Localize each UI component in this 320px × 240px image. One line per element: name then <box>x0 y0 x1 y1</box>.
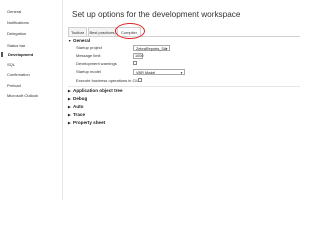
sidebar-item-general[interactable]: General <box>7 9 21 14</box>
message-limit-input[interactable]: 1000 <box>133 53 143 59</box>
execute-business-ops-checkbox[interactable] <box>138 78 142 82</box>
options-sidebar: General Notifications Delegation Status … <box>0 0 63 200</box>
page-title: Set up options for the development works… <box>72 10 241 19</box>
development-warnings-checkbox[interactable] <box>133 61 137 65</box>
development-warnings-label: Development warnings <box>76 61 117 66</box>
section-property-sheet-header[interactable]: ▶ Property sheet <box>68 120 105 125</box>
tab-toolbar[interactable]: Toolbar <box>68 27 87 36</box>
chevron-down-icon: ▼ <box>180 71 183 75</box>
tab-best-practices[interactable]: Best practices <box>88 27 116 36</box>
startup-project-label: Startup project <box>76 45 103 50</box>
startup-project-select[interactable]: ZebraReports_SA ▼ <box>133 45 170 51</box>
execute-business-ops-label: Execute business operations in CIL <box>76 78 139 83</box>
sidebar-item-microsoft-outlook[interactable]: Microsoft Outlook <box>7 93 38 98</box>
sidebar-item-confirmation[interactable]: Confirmation <box>7 72 30 77</box>
section-general-header[interactable]: ▼ General <box>68 38 90 43</box>
startup-model-select[interactable]: VBR Model ▼ <box>133 69 185 75</box>
section-trace-header[interactable]: ▶ Trace <box>68 112 85 117</box>
section-divider <box>68 86 300 87</box>
sidebar-item-delegation[interactable]: Delegation <box>7 31 26 36</box>
section-debug-header[interactable]: ▶ Debug <box>68 96 87 101</box>
sidebar-item-status-bar[interactable]: Status bar <box>7 43 25 48</box>
tab-divider <box>68 36 300 37</box>
message-limit-label: Message limit <box>76 53 101 58</box>
chevron-down-icon: ▼ <box>165 47 168 51</box>
compiler-tab-highlight-circle <box>115 23 145 39</box>
startup-model-label: Startup model <box>76 69 101 74</box>
sidebar-item-sql[interactable]: SQL <box>7 62 15 67</box>
section-auto-header[interactable]: ▶ Auto <box>68 104 83 109</box>
sidebar-item-development[interactable]: Development <box>1 52 33 57</box>
sidebar-item-notifications[interactable]: Notifications <box>7 20 29 25</box>
section-application-object-tree-header[interactable]: ▶ Application object tree <box>68 88 123 93</box>
options-window: General Notifications Delegation Status … <box>0 0 300 200</box>
sidebar-item-preload[interactable]: Preload <box>7 83 21 88</box>
